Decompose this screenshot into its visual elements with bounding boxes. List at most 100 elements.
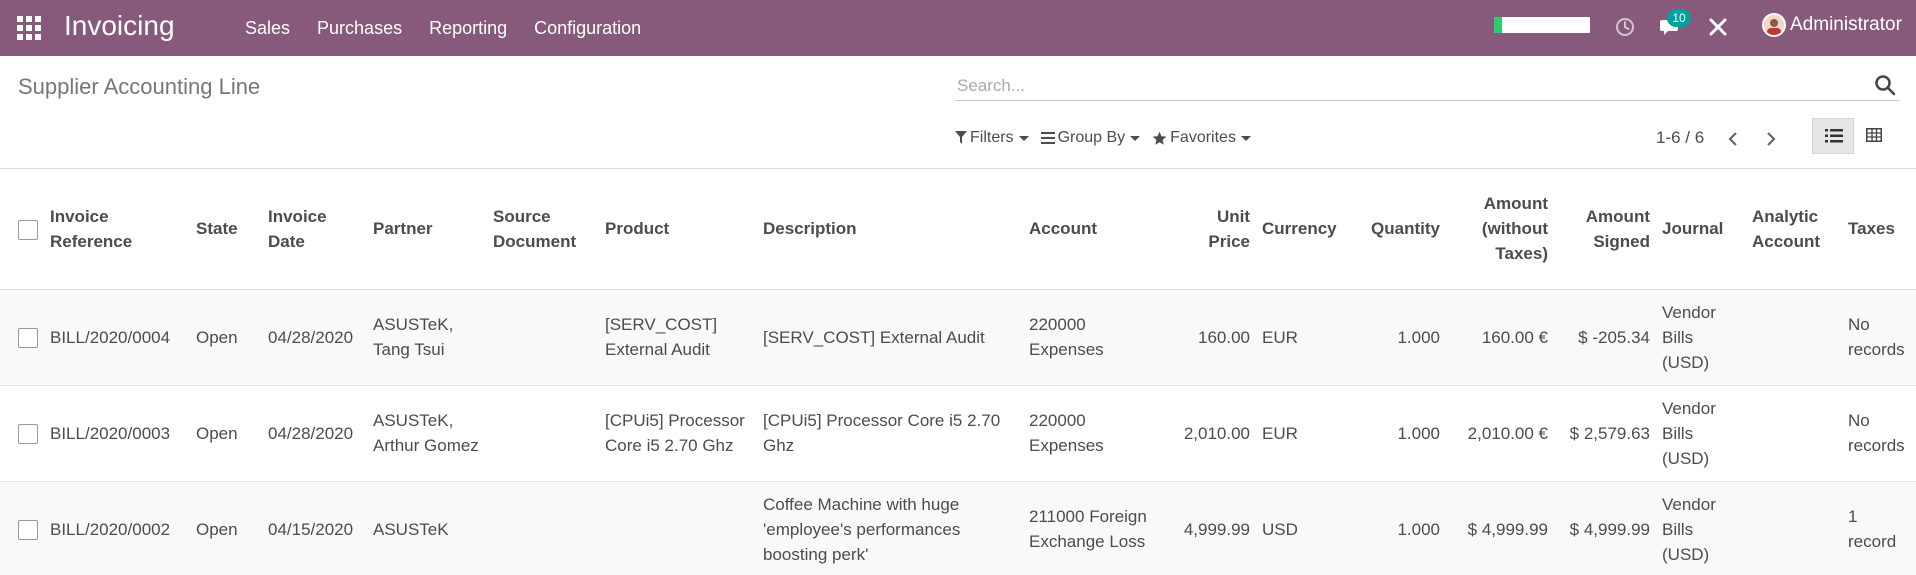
col-amount-signed[interactable]: Amount Signed bbox=[1554, 169, 1656, 289]
cell-source bbox=[487, 289, 599, 385]
cell-taxes: 1 record bbox=[1848, 507, 1897, 551]
cell-partner: ASUSTeK, Tang Tsui bbox=[373, 315, 454, 359]
cell-taxes: No records bbox=[1848, 315, 1905, 359]
cell-partner: ASUSTeK bbox=[373, 519, 449, 539]
cell-reference: BILL/2020/0003 bbox=[50, 423, 171, 443]
col-invoice-date[interactable]: Invoice Date bbox=[262, 169, 367, 289]
app-title[interactable]: Invoicing bbox=[64, 9, 175, 43]
search-input[interactable] bbox=[957, 73, 1857, 99]
col-source-document[interactable]: Source Document bbox=[487, 169, 599, 289]
cell-state: Open bbox=[196, 327, 238, 347]
col-invoice-reference[interactable]: Invoice Reference bbox=[44, 169, 190, 289]
cell-account: 220000 Expenses bbox=[1029, 411, 1104, 455]
apps-grid-icon[interactable] bbox=[16, 15, 42, 41]
cell-product: [CPUi5] Processor Core i5 2.70 Ghz bbox=[605, 411, 745, 455]
chevron-down-icon bbox=[1018, 135, 1029, 141]
cell-taxes: No records bbox=[1848, 411, 1905, 455]
col-currency[interactable]: Currency bbox=[1256, 169, 1346, 289]
row-checkbox[interactable] bbox=[18, 424, 38, 445]
filter-icon bbox=[955, 131, 967, 144]
cell-amount-signed: $ -205.34 bbox=[1578, 327, 1650, 347]
table-row[interactable]: BILL/2020/0003 Open 04/28/2020 ASUSTeK, A… bbox=[0, 385, 1916, 481]
cell-reference: BILL/2020/0002 bbox=[50, 519, 171, 539]
col-account[interactable]: Account bbox=[1023, 169, 1163, 289]
cell-analytic bbox=[1746, 289, 1842, 385]
cell-source bbox=[487, 481, 599, 575]
cell-amount-signed: $ 2,579.63 bbox=[1569, 423, 1650, 443]
cell-description: [SERV_COST] External Audit bbox=[763, 327, 985, 347]
col-partner[interactable]: Partner bbox=[367, 169, 487, 289]
favorites-label: Favorites bbox=[1170, 129, 1236, 146]
cell-amount-signed: $ 4,999.99 bbox=[1569, 519, 1650, 539]
cell-description: [CPUi5] Processor Core i5 2.70 Ghz bbox=[763, 411, 1001, 455]
col-description[interactable]: Description bbox=[757, 169, 1023, 289]
col-state[interactable]: State bbox=[190, 169, 262, 289]
row-checkbox[interactable] bbox=[18, 328, 38, 349]
cell-analytic bbox=[1746, 385, 1842, 481]
table-grid-icon bbox=[1866, 128, 1882, 142]
chevron-down-icon bbox=[1130, 135, 1141, 141]
table-header-row: Invoice Reference State Invoice Date Partn… bbox=[0, 169, 1916, 289]
favorites-button[interactable]: Favorites bbox=[1152, 129, 1251, 147]
cell-journal: Vendor Bills (USD) bbox=[1662, 398, 1716, 468]
col-unit-price[interactable]: Unit Price bbox=[1163, 169, 1256, 289]
cell-product: [SERV_COST] External Audit bbox=[605, 315, 718, 359]
cell-state: Open bbox=[196, 519, 238, 539]
filters-button[interactable]: Filters bbox=[955, 129, 1029, 147]
col-product[interactable]: Product bbox=[599, 169, 757, 289]
search-box bbox=[955, 71, 1900, 101]
chevron-left-icon[interactable] bbox=[1724, 130, 1744, 148]
cell-reference: BILL/2020/0004 bbox=[50, 327, 171, 347]
cell-unit-price: 160.00 bbox=[1198, 327, 1250, 347]
select-all-checkbox[interactable] bbox=[18, 219, 38, 240]
cell-product bbox=[599, 481, 757, 575]
progress-fill bbox=[1494, 17, 1502, 33]
cell-currency: EUR bbox=[1262, 423, 1298, 443]
filters-label: Filters bbox=[970, 129, 1014, 146]
table-row[interactable]: BILL/2020/0004 Open 04/28/2020 ASUSTeK, T… bbox=[0, 289, 1916, 385]
col-taxes[interactable]: Taxes bbox=[1842, 169, 1916, 289]
user-menu-name[interactable]: Administrator bbox=[1790, 13, 1902, 37]
cell-partner: ASUSTeK, Arthur Gomez bbox=[373, 411, 479, 455]
supplier-lines-table: Invoice Reference State Invoice Date Partn… bbox=[0, 169, 1916, 575]
search-options-bar: Filters Group By Favorites bbox=[955, 126, 1263, 150]
group-by-button[interactable]: Group By bbox=[1040, 129, 1141, 147]
list-view-button[interactable] bbox=[1812, 118, 1854, 154]
col-journal[interactable]: Journal bbox=[1656, 169, 1746, 289]
tools-icon[interactable] bbox=[1705, 14, 1731, 40]
cell-analytic bbox=[1746, 481, 1842, 575]
cell-amount: 160.00 € bbox=[1481, 327, 1548, 347]
cell-date: 04/28/2020 bbox=[268, 423, 354, 443]
search-icon[interactable] bbox=[1874, 74, 1896, 96]
menu-sales[interactable]: Sales bbox=[245, 18, 290, 39]
menu-purchases[interactable]: Purchases bbox=[317, 18, 402, 39]
clock-icon[interactable] bbox=[1612, 14, 1638, 40]
page-title: Supplier Accounting Line bbox=[18, 74, 261, 99]
top-navbar: Invoicing Sales Purchases Reporting Conf… bbox=[0, 0, 1916, 56]
list-bars-icon bbox=[1040, 132, 1055, 144]
avatar[interactable] bbox=[1762, 13, 1786, 37]
table-row[interactable]: BILL/2020/0002 Open 04/15/2020 ASUSTeK C… bbox=[0, 481, 1916, 575]
menu-configuration[interactable]: Configuration bbox=[534, 18, 641, 39]
cell-quantity: 1.000 bbox=[1397, 327, 1440, 347]
cell-currency: USD bbox=[1262, 519, 1298, 539]
col-quantity[interactable]: Quantity bbox=[1346, 169, 1446, 289]
onboarding-progress-bar[interactable] bbox=[1494, 17, 1590, 33]
messages-badge: 10 bbox=[1667, 9, 1691, 27]
chevron-right-icon[interactable] bbox=[1760, 130, 1780, 148]
pivot-view-button[interactable] bbox=[1854, 118, 1896, 154]
col-analytic-account[interactable]: Analytic Account bbox=[1746, 169, 1842, 289]
cell-account: 220000 Expenses bbox=[1029, 315, 1104, 359]
col-amount-without-taxes[interactable]: Amount (without Taxes) bbox=[1446, 169, 1554, 289]
cell-state: Open bbox=[196, 423, 238, 443]
cell-quantity: 1.000 bbox=[1397, 519, 1440, 539]
cell-unit-price: 2,010.00 bbox=[1183, 423, 1250, 443]
menu-reporting[interactable]: Reporting bbox=[429, 18, 507, 39]
list-view: Invoice Reference State Invoice Date Partn… bbox=[0, 169, 1916, 575]
pager-value[interactable]: 1-6 / 6 bbox=[1656, 126, 1704, 150]
main-menu: Sales Purchases Reporting Configuration bbox=[245, 0, 668, 56]
cell-journal: Vendor Bills (USD) bbox=[1662, 494, 1716, 564]
cell-date: 04/15/2020 bbox=[268, 519, 354, 539]
control-panel: Supplier Accounting Line Filters Group B… bbox=[0, 56, 1916, 169]
row-checkbox[interactable] bbox=[18, 520, 38, 541]
